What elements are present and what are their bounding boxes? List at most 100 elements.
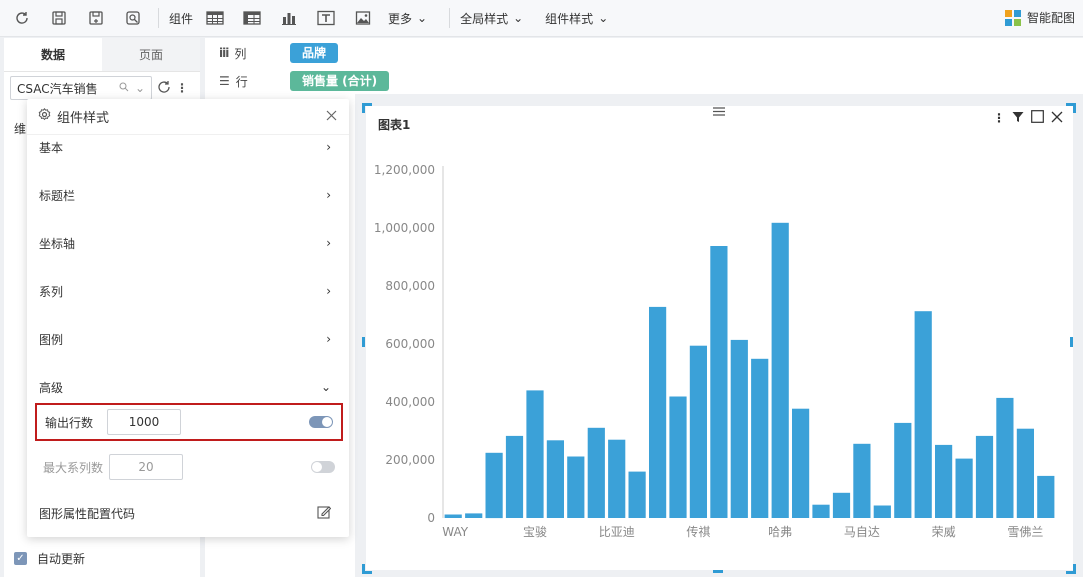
y-tick-label: 600,000	[385, 337, 435, 351]
preview-icon[interactable]	[121, 6, 145, 30]
max-series-toggle[interactable]	[311, 461, 335, 473]
chart-bar[interactable]	[567, 456, 585, 519]
text-box-icon[interactable]	[314, 6, 338, 30]
row-field-pill[interactable]: 销售量 (合计)	[290, 71, 390, 91]
global-style-label: 全局样式	[460, 11, 509, 26]
table-icon[interactable]	[203, 6, 227, 30]
popup-header: 组件样式	[27, 99, 349, 135]
dataset-select[interactable]: CSAC汽车销售 ⌄	[10, 76, 152, 100]
smart-config-icon	[1004, 9, 1021, 26]
chart-config-code[interactable]: 图形属性配置代码	[27, 501, 349, 525]
chart-bar[interactable]	[505, 435, 524, 518]
chart-bar[interactable]	[485, 452, 503, 519]
resize-handle-bottom-right[interactable]	[1066, 564, 1076, 574]
chart-bar[interactable]	[1016, 428, 1034, 518]
tab-data[interactable]: 数据	[4, 38, 102, 71]
chart-bar[interactable]	[608, 439, 626, 518]
refresh-icon[interactable]	[10, 6, 34, 30]
crosstab-icon[interactable]	[240, 6, 264, 30]
menu-axis[interactable]: 坐标轴 ›	[27, 231, 349, 255]
save-as-icon[interactable]	[84, 6, 108, 30]
chart-bar[interactable]	[465, 513, 483, 518]
chart-bar[interactable]	[1037, 475, 1055, 518]
left-tabs: 数据 页面	[4, 38, 200, 72]
menu-title-bar[interactable]: 标题栏 ›	[27, 183, 349, 207]
chart-bar[interactable]	[689, 345, 707, 518]
bar-chart-icon[interactable]	[277, 6, 301, 30]
search-icon[interactable]	[119, 81, 129, 95]
tab-page[interactable]: 页面	[102, 38, 200, 71]
x-tick-label: WAY	[442, 525, 468, 539]
chart-bar[interactable]	[853, 443, 871, 518]
resize-handle-left[interactable]	[362, 337, 365, 347]
smart-config-button[interactable]: 智能配图	[1004, 9, 1075, 26]
chart-bar[interactable]	[873, 505, 891, 519]
chart-bar[interactable]	[771, 222, 789, 519]
resize-handle-top-left[interactable]	[362, 103, 372, 113]
auto-update-checkbox[interactable]: ✓ 自动更新	[14, 550, 85, 567]
save-icon[interactable]	[47, 6, 71, 30]
resize-handle-bottom-left[interactable]	[362, 564, 372, 574]
chart-bar[interactable]	[935, 444, 953, 518]
menu-series[interactable]: 系列 ›	[27, 279, 349, 303]
chart-bar[interactable]	[812, 504, 830, 518]
max-series-input[interactable]: 20	[109, 454, 184, 480]
chart-bar[interactable]	[792, 408, 810, 518]
output-rows-toggle[interactable]	[309, 416, 333, 428]
x-tick-label: 马自达	[844, 525, 880, 539]
chart-bar[interactable]	[955, 458, 973, 518]
output-rows-row: 输出行数 1000	[35, 403, 343, 441]
global-style-dropdown[interactable]: 全局样式 ⌄	[460, 10, 523, 27]
chart-bar[interactable]	[894, 422, 912, 518]
component-style-popup: 组件样式 基本 › 标题栏 › 坐标轴 › 系列 › 图例 › 高级 ⌄ 输出行数 1000…	[27, 99, 349, 537]
chart-bar[interactable]	[587, 427, 605, 518]
chevron-right-icon: ›	[326, 188, 331, 202]
resize-handle-bottom[interactable]	[713, 570, 723, 573]
x-tick-label: 荣威	[932, 525, 956, 539]
y-tick-label: 1,200,000	[374, 163, 435, 177]
chart-bar[interactable]	[546, 440, 564, 518]
chart-widget[interactable]: 图表1 ⋮ 0 200,000 400,000 600,000 800,000 1,000…	[366, 106, 1073, 570]
x-tick-label: 哈弗	[768, 525, 792, 539]
resize-handle-top-right[interactable]	[1066, 103, 1076, 113]
chart-bar[interactable]	[444, 514, 462, 519]
y-tick-label: 400,000	[385, 395, 435, 409]
x-tick-label: 宝骏	[523, 525, 547, 539]
chart-bar[interactable]	[914, 311, 932, 518]
refresh-dataset-icon[interactable]	[156, 79, 172, 98]
chevron-right-icon: ›	[326, 236, 331, 250]
field-shelf: iii 列 品牌 ☰ 行 销售量 (合计)	[205, 38, 1083, 94]
menu-basic[interactable]: 基本 ›	[27, 135, 349, 159]
row-shelf: ☰ 行 销售量 (合计)	[205, 68, 390, 94]
chart-bar[interactable]	[730, 339, 748, 518]
chart-bar[interactable]	[710, 246, 728, 518]
edit-icon[interactable]	[317, 505, 332, 522]
chart-bar[interactable]	[975, 435, 994, 518]
more-dropdown[interactable]: 更多 ⌄	[388, 10, 427, 27]
component-label: 组件	[169, 11, 194, 26]
toolbar-divider	[158, 8, 159, 28]
chart-bar[interactable]	[751, 358, 769, 518]
menu-advanced[interactable]: 高级 ⌄	[27, 375, 349, 399]
chart-bar[interactable]	[996, 397, 1014, 518]
drag-handle-icon[interactable]	[713, 105, 725, 116]
menu-label: 基本	[39, 140, 64, 155]
columns-icon: iii	[219, 46, 229, 60]
more-vertical-icon[interactable]: ⋮	[176, 81, 188, 95]
chart-bar[interactable]	[649, 306, 667, 518]
chart-bar[interactable]	[669, 396, 687, 519]
chart-bar[interactable]	[628, 471, 646, 518]
image-icon[interactable]	[351, 6, 375, 30]
popup-title: 组件样式	[38, 107, 109, 126]
resize-handle-right[interactable]	[1070, 337, 1073, 347]
code-label: 图形属性配置代码	[39, 506, 136, 521]
close-icon[interactable]	[326, 110, 337, 124]
output-rows-input[interactable]: 1000	[107, 409, 182, 435]
chart-bar[interactable]	[526, 390, 544, 518]
chevron-down-icon: ⌄	[320, 380, 331, 394]
menu-label: 系列	[39, 284, 64, 299]
component-style-dropdown[interactable]: 组件样式 ⌄	[545, 10, 608, 27]
menu-legend[interactable]: 图例 ›	[27, 327, 349, 351]
column-field-pill[interactable]: 品牌	[290, 43, 339, 63]
chart-bar[interactable]	[832, 492, 851, 518]
